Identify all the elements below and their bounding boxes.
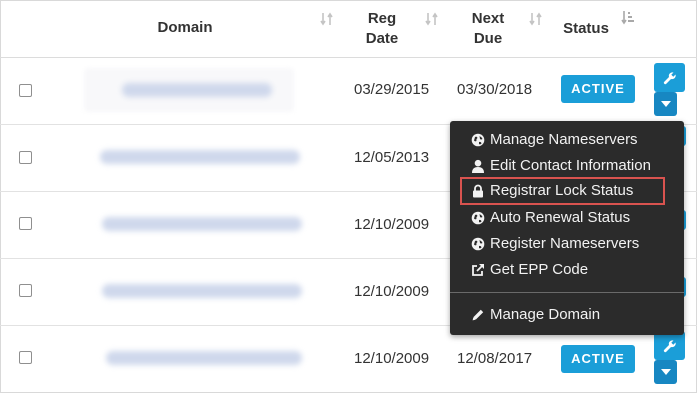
table-row: 12/10/2009 12/08/2017 ACTIVE [0,326,697,392]
wrench-button[interactable] [654,63,685,92]
sort-icon[interactable] [425,11,439,27]
menu-item-auto-renewal-status[interactable]: Auto Renewal Status [450,205,684,231]
row-checkbox[interactable] [19,284,32,297]
wrench-button[interactable] [654,331,685,360]
menu-item-edit-contact-information[interactable]: Edit Contact Information [450,153,684,179]
column-header-next-due[interactable]: Next Due [458,9,518,49]
column-header-status[interactable]: Status [556,19,616,39]
menu-item-label: Get EPP Code [490,261,589,278]
globe-icon [471,133,485,147]
status-badge: ACTIVE [561,75,635,103]
column-header-domain[interactable]: Domain [130,18,240,38]
caret-down-icon [660,101,671,107]
highlight-box [460,177,665,205]
domain-name-redacted[interactable] [122,83,272,97]
reg-date-cell: 03/29/2015 [354,81,430,98]
menu-item-manage-domain[interactable]: Manage Domain [450,302,684,328]
table-header: Domain Reg Date Next Due Status [0,0,697,58]
row-checkbox[interactable] [19,151,32,164]
next-due-label-line1: Next [471,10,505,27]
external-link-icon [472,264,484,276]
table-row: 03/29/2015 03/30/2018 ACTIVE [0,58,697,125]
next-due-cell: 12/08/2017 [457,350,533,367]
dropdown-toggle-button[interactable] [654,360,677,384]
reg-date-label-line1: Reg [367,10,397,27]
dropdown-toggle-button[interactable] [654,92,677,116]
sort-icon[interactable] [320,11,334,27]
reg-date-cell: 12/10/2009 [354,216,430,233]
menu-item-label: Manage Nameservers [490,131,638,148]
menu-item-label: Register Nameservers [490,235,640,252]
menu-item-label: Auto Renewal Status [490,209,631,226]
wrench-icon [663,72,676,85]
caret-down-icon [660,369,671,375]
domain-name-redacted[interactable] [100,150,300,164]
column-header-reg-date[interactable]: Reg Date [352,9,412,49]
menu-item-manage-nameservers[interactable]: Manage Nameservers [450,127,684,153]
row-checkbox[interactable] [19,84,32,97]
domain-name-redacted[interactable] [106,351,302,365]
status-badge: ACTIVE [561,345,635,373]
sort-amount-icon[interactable] [621,10,635,26]
menu-item-register-nameservers[interactable]: Register Nameservers [450,231,684,257]
reg-date-cell: 12/05/2013 [354,149,430,166]
pencil-icon [472,309,484,321]
reg-date-cell: 12/10/2009 [354,350,430,367]
menu-divider [450,292,684,293]
domain-name-redacted[interactable] [102,284,302,298]
domain-name-redacted[interactable] [102,217,302,231]
next-due-cell: 03/30/2018 [457,81,533,98]
row-checkbox[interactable] [19,351,32,364]
menu-item-get-epp-code[interactable]: Get EPP Code [450,257,684,283]
globe-icon [471,211,485,225]
sort-icon[interactable] [529,11,543,27]
menu-item-label: Edit Contact Information [490,157,651,174]
menu-item-label: Manage Domain [490,306,601,323]
domain-actions-menu: Manage Nameservers Edit Contact Informat… [450,121,684,335]
user-icon [472,159,484,173]
reg-date-cell: 12/10/2009 [354,283,430,300]
next-due-label-line2: Due [473,30,503,47]
row-checkbox[interactable] [19,217,32,230]
reg-date-label-line2: Date [365,30,399,47]
wrench-icon [663,340,676,353]
globe-icon [471,237,485,251]
